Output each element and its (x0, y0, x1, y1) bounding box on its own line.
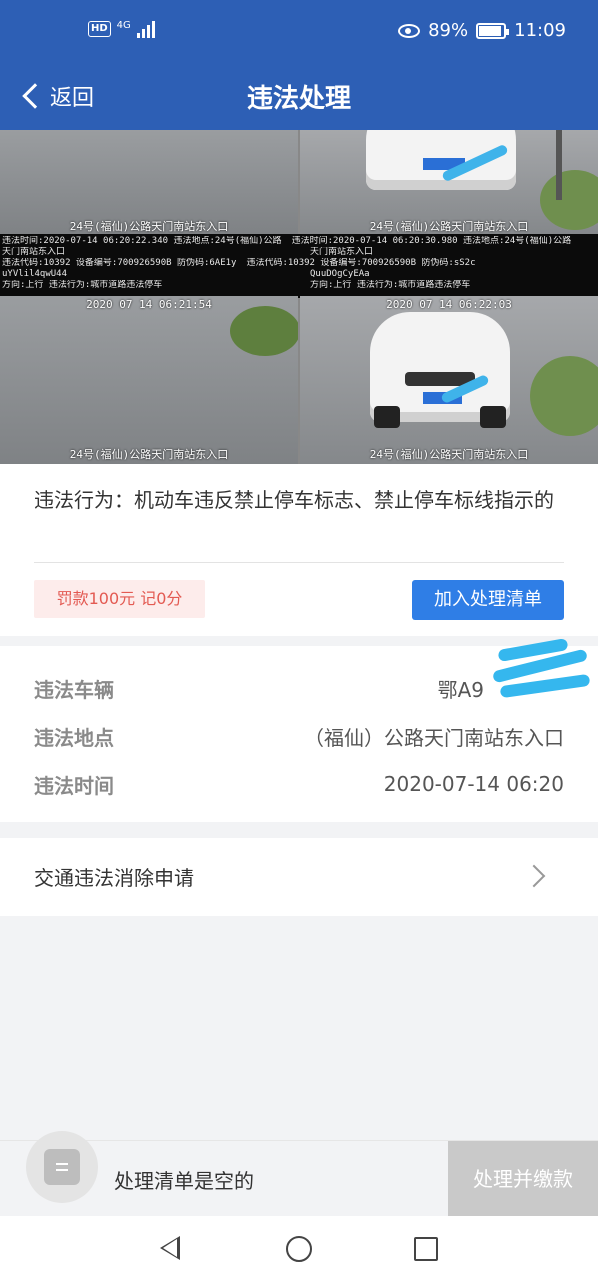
appeal-row[interactable]: 交通违法消除申请 (0, 838, 598, 916)
detail-row-vehicle: 违法车辆 鄂A9 (34, 668, 564, 708)
nav-recent-icon[interactable] (414, 1237, 438, 1261)
photo-caption: 24号(福仙)公路天门南站东入口 (369, 448, 529, 461)
bottom-action-bar: 处理清单是空的 处理并缴款 (0, 1131, 598, 1217)
nav-home-icon[interactable] (286, 1236, 312, 1262)
chevron-right-icon (522, 864, 546, 888)
evidence-photo-4: 2020 07 14 06:22:03 24号(福仙)公路天门南站东入口 (300, 296, 598, 464)
list-empty-text: 处理清单是空的 (114, 1169, 254, 1193)
wheel (374, 406, 400, 428)
photo-timestamp: 2020 07 14 06:22:03 (386, 298, 512, 311)
detail-value: （福仙）公路天门南站东入口 (304, 725, 564, 750)
list-glyph (44, 1149, 80, 1185)
info-text: 方向:上行 违法行为:城市道路违法停车 (2, 280, 163, 290)
signal-icon (136, 20, 155, 38)
photo-caption: 24号(福仙)公路天门南站东入口 (69, 220, 229, 233)
evidence-photos[interactable]: 24号(福仙)公路天门南站东入口 24号(福仙)公路天门南站东入口 违法时间:2… (0, 130, 598, 464)
car (370, 312, 510, 428)
app-header: 返回 违法处理 (0, 66, 598, 130)
info-text: 天门南站东入口 (2, 247, 66, 257)
info-text: QuuDOgCyEAa (310, 269, 370, 279)
network-status: HD 4G (88, 20, 155, 38)
violation-behavior: 违法行为：机动车违反禁止停车标志、禁止停车标线指示的 (34, 488, 554, 512)
network-type: 4G (116, 19, 131, 31)
divider (34, 562, 564, 563)
wheel (480, 406, 506, 428)
detail-label: 违法地点 (34, 725, 114, 750)
violation-details: 违法车辆 鄂A9 违法地点 （福仙）公路天门南站东入口 违法时间 2020-07… (0, 638, 598, 822)
evidence-photo-3: 2020 07 14 06:21:54 24号(福仙)公路天门南站东入口 (0, 296, 298, 464)
evidence-photo-1: 24号(福仙)公路天门南站东入口 (0, 130, 298, 234)
hd-badge: HD (88, 21, 111, 37)
violation-info-bar: 违法时间:2020-07-14 06:20:22.340 违法地点:24号(福仙… (0, 234, 598, 298)
tree (230, 306, 298, 356)
process-and-pay-button[interactable]: 处理并缴款 (448, 1141, 598, 1217)
detail-label: 违法车辆 (34, 677, 114, 702)
status-bar: HD 4G 89% 11:09 (0, 0, 598, 66)
tree (530, 356, 598, 436)
system-status: 89% 11:09 (398, 20, 566, 41)
info-text: 方向:上行 违法行为:城市道路违法停车 (310, 280, 471, 290)
info-text: 违法代码:10392 设备编号:700926590B 防伪码:sS2c (246, 258, 476, 268)
nav-back-icon[interactable] (160, 1236, 180, 1260)
detail-label: 违法时间 (34, 773, 114, 798)
info-text: 违法代码:10392 设备编号:700926590B 防伪码:6AE1y (2, 258, 237, 268)
photo-caption: 24号(福仙)公路天门南站东入口 (69, 448, 229, 461)
pole (556, 130, 562, 200)
info-text: 天门南站东入口 (310, 247, 374, 257)
photo-caption: 24号(福仙)公路天门南站东入口 (369, 220, 529, 233)
detail-row-time: 违法时间 2020-07-14 06:20 (34, 764, 564, 804)
system-nav-bar (0, 1216, 598, 1280)
add-to-list-button[interactable]: 加入处理清单 (412, 580, 564, 620)
eye-comfort-icon (398, 23, 421, 38)
battery-icon (476, 22, 510, 39)
car (366, 130, 516, 190)
info-text: uYVlil4qwU44 (2, 269, 68, 279)
page-title: 违法处理 (246, 84, 351, 114)
detail-value: 2020-07-14 06:20 (383, 772, 564, 796)
appeal-label: 交通违法消除申请 (34, 866, 194, 890)
info-text: 违法时间:2020-07-14 06:20:30.980 违法地点:24号(福仙… (291, 236, 572, 246)
fine-badge: 罚款100元 记0分 (34, 580, 205, 618)
detail-value: 鄂A9 (437, 677, 484, 702)
battery-percent: 89% (428, 20, 469, 41)
process-list-icon[interactable] (26, 1131, 98, 1203)
clock: 11:09 (514, 20, 566, 41)
evidence-photo-2: 24号(福仙)公路天门南站东入口 (300, 130, 598, 234)
info-text: 违法时间:2020-07-14 06:20:22.340 违法地点:24号(福仙… (2, 236, 282, 246)
detail-row-location: 违法地点 （福仙）公路天门南站东入口 (34, 716, 564, 756)
violation-card: 违法行为：机动车违反禁止停车标志、禁止停车标线指示的 罚款100元 记0分 加入… (0, 464, 598, 636)
